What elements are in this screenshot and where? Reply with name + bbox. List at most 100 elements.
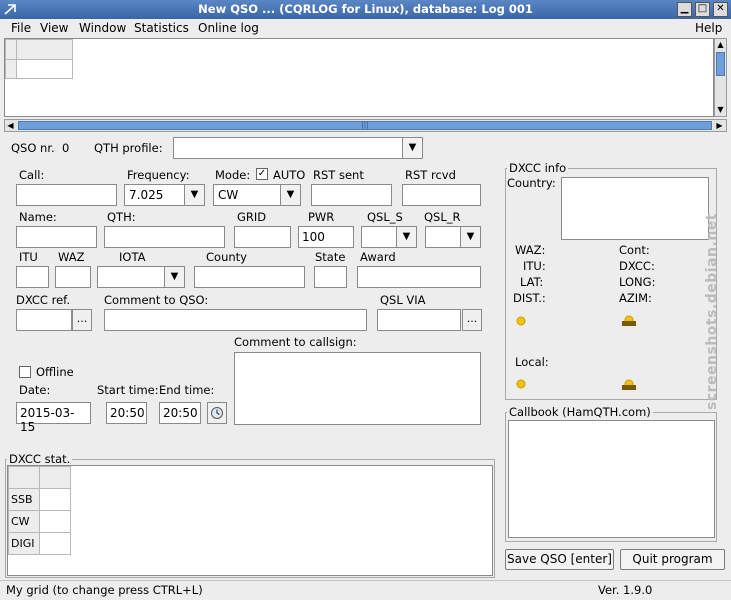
stat-corner [8, 466, 40, 489]
date-label: Date: [19, 383, 51, 397]
qsl-s-label: QSL_S [367, 210, 403, 224]
itu-info-label: ITU: [523, 259, 546, 273]
dxcc-ref-browse-button[interactable]: ... [72, 309, 92, 331]
state-input[interactable] [314, 266, 347, 288]
qsl-r-select[interactable]: ▼ [425, 226, 481, 248]
local-sunset-icon [622, 379, 636, 390]
quit-program-button[interactable]: Quit program [620, 549, 725, 570]
mode-select[interactable]: CW ▼ [213, 184, 301, 206]
chevron-down-icon[interactable]: ▼ [402, 138, 422, 158]
callbook-box [508, 420, 715, 538]
date-input[interactable]: 2015-03-15 [16, 402, 91, 434]
offline-checkbox[interactable] [19, 366, 31, 378]
dxcc-ref-label: DXCC ref. [16, 293, 71, 307]
cont-info-label: Cont: [619, 243, 650, 257]
name-label: Name: [19, 210, 57, 224]
frequency-label: Frequency: [127, 168, 190, 182]
menu-statistics[interactable]: Statistics [134, 21, 189, 35]
dxcc-ref-input[interactable] [16, 309, 72, 331]
offline-label: Offline [36, 365, 74, 379]
end-time-label: End time: [159, 383, 215, 397]
qso-nr-label: QSO nr. [11, 141, 55, 155]
mode-label: Mode: [215, 168, 251, 182]
scroll-down-icon[interactable]: ▼ [715, 104, 726, 115]
itu-input[interactable] [16, 266, 49, 288]
grid-header-cell [16, 39, 73, 60]
chevron-down-icon[interactable]: ▼ [280, 185, 300, 205]
qth-profile-select[interactable]: ▼ [173, 137, 423, 159]
waz-input[interactable] [55, 266, 91, 288]
auto-checkbox[interactable]: ✓ [256, 168, 268, 180]
lat-info-label: LAT: [520, 275, 544, 289]
scroll-up-icon[interactable]: ▲ [715, 39, 726, 50]
scroll-thumb[interactable] [716, 52, 725, 76]
watermark: screenshots.debian.net [704, 213, 720, 410]
long-info-label: LONG: [619, 275, 656, 289]
menu-file[interactable]: File [11, 21, 31, 35]
scroll-right-icon[interactable]: ▶ [714, 120, 725, 131]
auto-label: AUTO [273, 168, 306, 182]
call-input[interactable] [16, 184, 117, 206]
qsl-via-input[interactable] [377, 309, 461, 331]
menu-window[interactable]: Window [79, 21, 126, 35]
local-label: Local: [515, 355, 549, 369]
set-time-button[interactable] [207, 402, 227, 424]
waz-info-label: WAZ: [515, 243, 546, 257]
comment-qso-label: Comment to QSO: [104, 293, 209, 307]
menu-online-log[interactable]: Online log [198, 21, 259, 35]
menu-view[interactable]: View [40, 21, 68, 35]
qsl-via-browse-button[interactable]: ... [462, 309, 482, 331]
scroll-left-icon[interactable]: ◀ [5, 120, 16, 131]
qsl-s-select[interactable]: ▼ [361, 226, 417, 248]
close-icon[interactable]: ✕ [713, 2, 728, 17]
chevron-down-icon[interactable]: ▼ [460, 227, 480, 247]
dist-info-label: DIST.: [513, 291, 546, 305]
qth-profile-label: QTH profile: [94, 141, 163, 155]
sunset-icon [622, 315, 636, 326]
menu-help[interactable]: Help [695, 21, 722, 35]
rst-sent-input[interactable] [311, 184, 392, 206]
stat-cell [39, 510, 71, 533]
qth-label: QTH: [107, 210, 136, 224]
waz-label: WAZ [58, 250, 85, 264]
stat-row-cw: CW [8, 510, 40, 533]
comment-qso-input[interactable] [104, 309, 367, 331]
comment-callsign-textarea[interactable] [234, 352, 481, 425]
rst-rcvd-input[interactable] [402, 184, 481, 206]
award-input[interactable] [357, 266, 481, 288]
qth-input[interactable] [104, 226, 225, 248]
grid-input[interactable] [234, 226, 291, 248]
end-time-input[interactable]: 20:50 [159, 402, 201, 424]
maximize-icon[interactable]: □ [695, 2, 710, 17]
frequency-select[interactable]: 7.025 ▼ [124, 184, 205, 206]
rst-sent-label: RST sent [313, 168, 364, 182]
scroll-hthumb[interactable]: ||| [18, 121, 712, 130]
award-label: Award [360, 250, 396, 264]
country-label: Country: [507, 176, 556, 190]
callbook-title: Callbook (HamQTH.com) [507, 405, 653, 419]
minimize-icon[interactable]: ▁ [677, 2, 692, 17]
iota-select[interactable]: ▼ [97, 266, 185, 288]
vertical-scrollbar[interactable]: ▲ ▼ [714, 38, 727, 117]
county-input[interactable] [194, 266, 305, 288]
rst-rcvd-label: RST rcvd [405, 168, 456, 182]
chevron-down-icon[interactable]: ▼ [164, 267, 184, 287]
dxcc-stat-grid: SSB CW DIGI [7, 465, 493, 576]
start-time-input[interactable]: 20:50 [106, 402, 147, 424]
save-qso-button[interactable]: Save QSO [enter] [505, 549, 614, 570]
itu-label: ITU [19, 250, 38, 264]
recent-qso-grid[interactable] [4, 38, 714, 117]
name-input[interactable] [16, 226, 97, 248]
horizontal-scrollbar[interactable]: ◀ ||| ▶ [4, 119, 727, 132]
status-version: Ver. 1.9.0 [598, 583, 653, 597]
stat-cell [39, 488, 71, 511]
chevron-down-icon[interactable]: ▼ [184, 185, 204, 205]
pwr-input[interactable]: 100 [298, 226, 354, 248]
menu-bar: File View Window Statistics Online log H… [0, 19, 731, 38]
country-box [561, 177, 709, 240]
call-label: Call: [19, 168, 45, 182]
dxcc-info-label: DXCC: [619, 259, 655, 273]
status-grid: My grid (to change press CTRL+L) [6, 583, 203, 597]
chevron-down-icon[interactable]: ▼ [396, 227, 416, 247]
grid-cell[interactable] [16, 59, 73, 79]
